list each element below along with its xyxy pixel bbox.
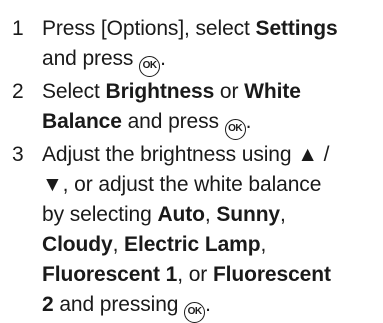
step-text: . [205, 293, 211, 316]
menu-option-label: Settings [255, 17, 338, 40]
step-text: and press [121, 110, 225, 133]
step-text: and press [42, 47, 140, 70]
step-text: . [160, 47, 166, 70]
menu-option-label: Sunny [216, 203, 281, 226]
menu-option-label: White [244, 80, 301, 103]
ok-button-icon: OK [184, 302, 206, 323]
menu-option-label: Auto [157, 203, 205, 226]
step-text-line: 2 and pressing OK. [42, 290, 383, 323]
step-text: , [204, 203, 217, 226]
step-text: , [260, 233, 267, 256]
step-text: , [280, 203, 286, 226]
step-text-line: Cloudy, Electric Lamp, [42, 230, 383, 260]
step-text: , or [177, 263, 213, 286]
step-text-line: Balance and press OK. [42, 107, 383, 140]
step-text: ▼, or adjust the white balance [42, 173, 322, 196]
menu-option-label: Electric Lamp [124, 233, 261, 256]
step-text-line: Adjust the brightness using ▲ / [42, 140, 383, 170]
step-text-line: Select Brightness or White [42, 77, 383, 107]
step-number: 2 [12, 80, 24, 103]
menu-option-label: Cloudy [42, 233, 113, 256]
step-text: and pressing [53, 293, 185, 316]
step-number: 1 [12, 17, 24, 40]
step-text: . [245, 110, 252, 133]
step-text: Adjust the brightness using ▲ / [42, 143, 330, 166]
step-text-line: Fluorescent 1, or Fluorescent [42, 260, 383, 290]
instruction-list: 1 Press [Options], select Settings and pr… [0, 14, 383, 323]
step-text-line: Press [Options], select Settings [42, 14, 383, 44]
step-text: Select [42, 80, 106, 103]
step-text-line: ▼, or adjust the white balance [42, 170, 383, 200]
step-text: , [112, 233, 125, 256]
instruction-step: 2 Select Brightness or White Balance and … [0, 77, 383, 140]
ok-button-icon: OK [224, 119, 246, 140]
menu-option-label: Fluorescent [212, 263, 331, 286]
step-text: Press [Options], select [42, 17, 256, 40]
ok-button-icon: OK [139, 56, 161, 77]
step-text-line: by selecting Auto, Sunny, [42, 200, 383, 230]
menu-option-label: 2 [42, 293, 54, 316]
step-number: 3 [12, 143, 24, 166]
instruction-step: 3 Adjust the brightness using ▲ / ▼, or a… [0, 140, 383, 323]
step-text: or [214, 80, 245, 103]
instruction-step: 1 Press [Options], select Settings and pr… [0, 14, 383, 77]
step-text-line: and press OK. [42, 44, 383, 77]
step-text: by selecting [42, 203, 158, 226]
menu-option-label: Balance [42, 110, 122, 133]
menu-option-label: Brightness [105, 80, 215, 103]
menu-option-label: Fluorescent 1 [42, 263, 178, 286]
